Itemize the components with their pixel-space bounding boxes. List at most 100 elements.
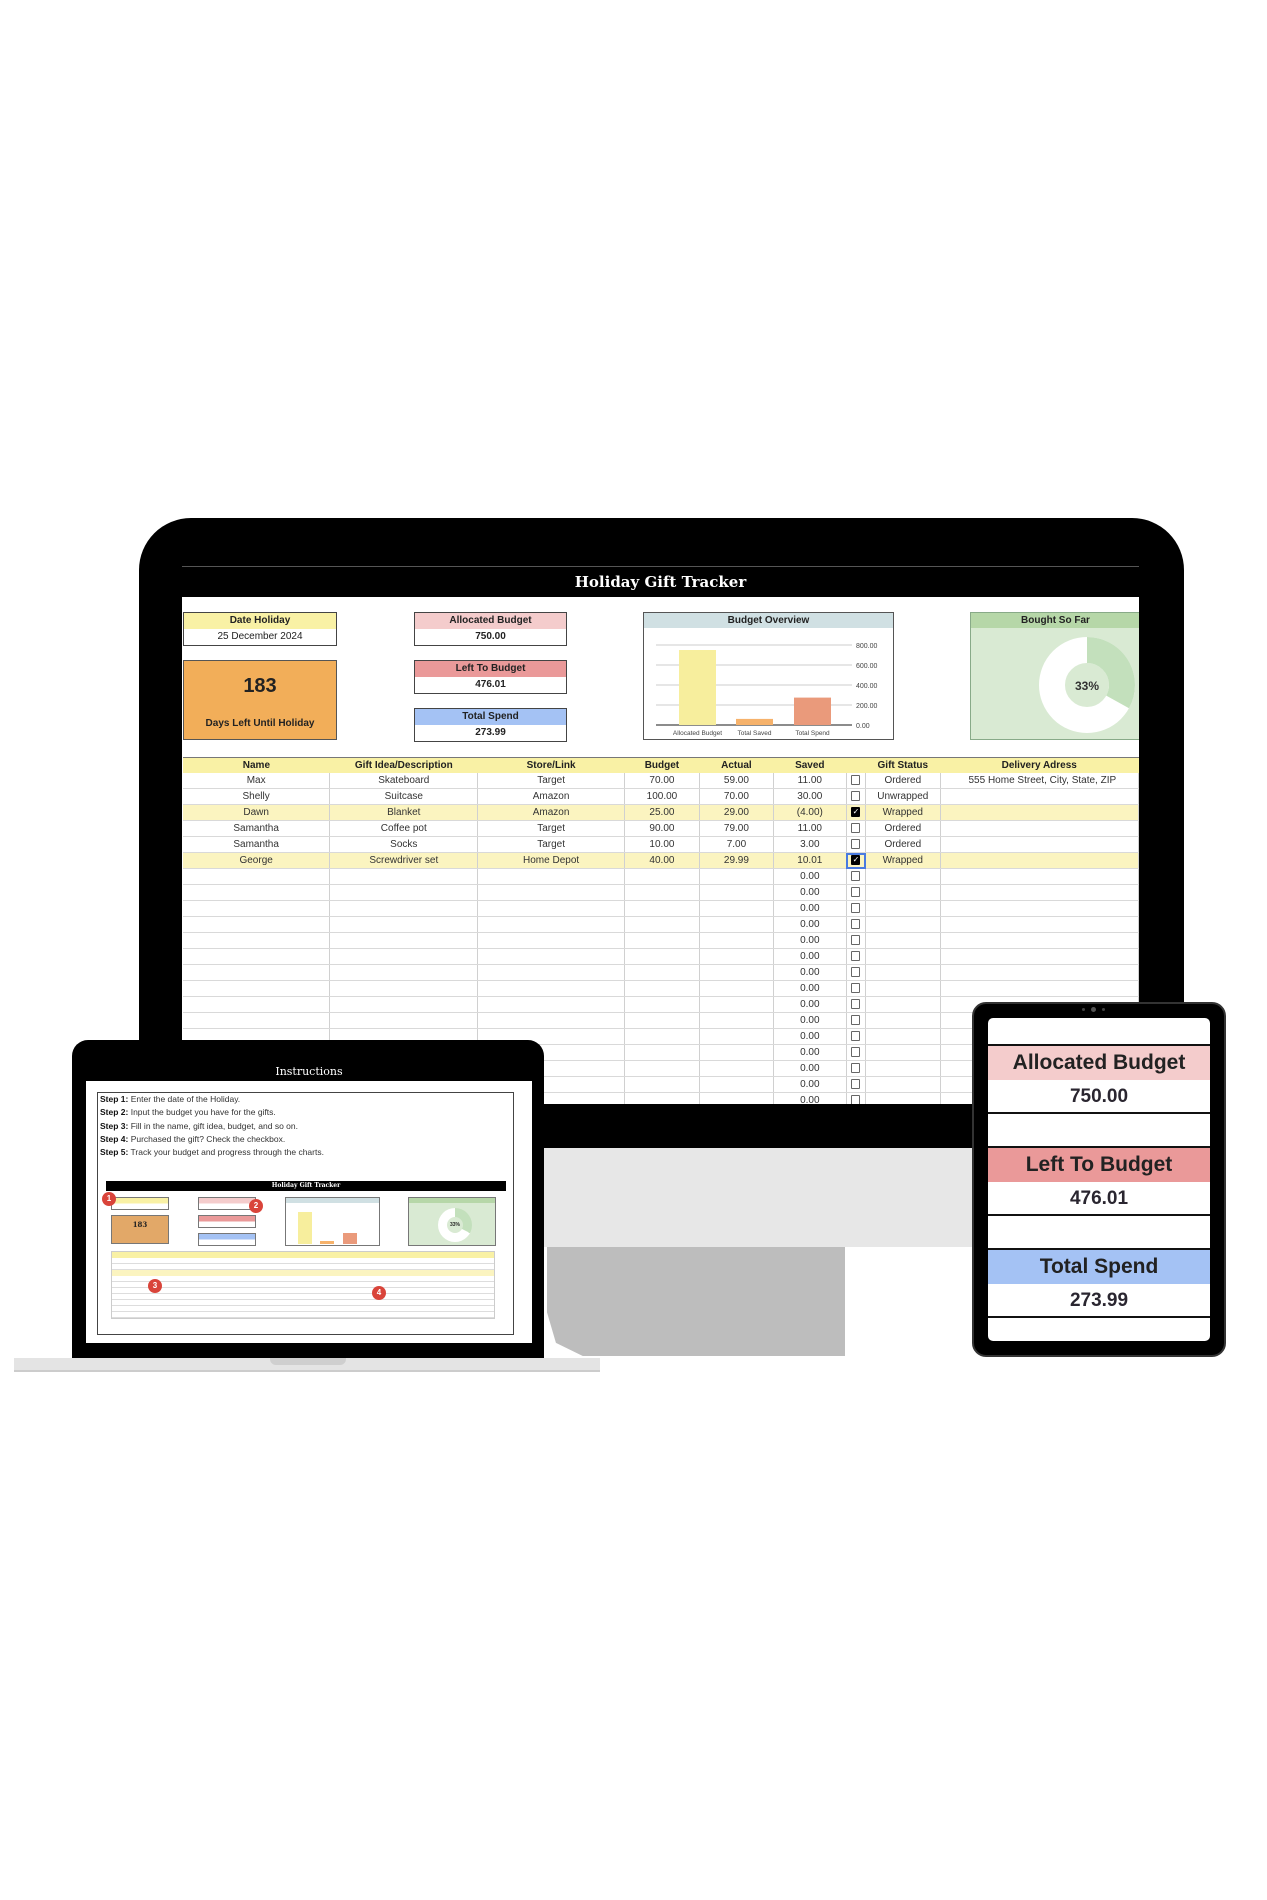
status-cell[interactable] [865, 996, 941, 1013]
purchased-checkbox-cell[interactable] [846, 1012, 867, 1029]
purchased-checkbox-cell[interactable] [846, 900, 867, 917]
actual-cell[interactable]: 79.00 [699, 820, 774, 837]
empty-cell[interactable] [477, 980, 625, 997]
purchased-checkbox[interactable] [851, 999, 861, 1010]
empty-cell[interactable] [699, 1044, 774, 1061]
column-header[interactable]: Store/Link [477, 757, 625, 773]
purchased-checkbox[interactable]: ✓ [851, 855, 861, 866]
empty-cell[interactable] [477, 868, 625, 885]
name-cell[interactable]: Max [183, 772, 331, 789]
empty-cell[interactable] [624, 916, 700, 933]
purchased-checkbox[interactable] [851, 791, 861, 802]
empty-cell[interactable] [624, 1012, 700, 1029]
empty-cell[interactable] [183, 1012, 331, 1029]
budget-cell[interactable]: 10.00 [624, 836, 700, 853]
empty-cell[interactable] [624, 964, 700, 981]
empty-cell[interactable] [699, 916, 774, 933]
allocated-budget-value[interactable]: 750.00 [415, 629, 566, 645]
status-cell[interactable] [865, 980, 941, 997]
empty-cell[interactable] [699, 1060, 774, 1077]
purchased-checkbox[interactable] [851, 983, 861, 994]
purchased-checkbox-cell[interactable] [846, 980, 867, 997]
purchased-checkbox[interactable] [851, 1031, 861, 1042]
empty-cell[interactable] [329, 948, 479, 965]
gift-cell[interactable]: Skateboard [329, 772, 479, 789]
status-cell[interactable] [865, 1092, 941, 1104]
status-cell[interactable] [865, 868, 941, 885]
empty-cell[interactable] [329, 996, 479, 1013]
status-cell[interactable]: Wrapped [865, 852, 941, 869]
empty-cell[interactable] [699, 1028, 774, 1045]
purchased-checkbox[interactable] [851, 967, 861, 978]
empty-cell[interactable] [624, 884, 700, 901]
empty-cell[interactable] [699, 1012, 774, 1029]
empty-cell[interactable] [624, 1076, 700, 1093]
status-cell[interactable] [865, 916, 941, 933]
empty-cell[interactable] [329, 868, 479, 885]
empty-cell[interactable] [624, 1028, 700, 1045]
empty-cell[interactable] [183, 980, 331, 997]
empty-cell[interactable] [477, 996, 625, 1013]
column-header[interactable]: Gift Status [865, 757, 940, 773]
status-cell[interactable] [865, 1076, 941, 1093]
address-cell[interactable] [940, 804, 1139, 821]
empty-cell[interactable] [477, 932, 625, 949]
empty-cell[interactable] [183, 948, 331, 965]
gift-cell[interactable]: Socks [329, 836, 479, 853]
budget-cell[interactable]: 25.00 [624, 804, 700, 821]
empty-cell[interactable] [624, 996, 700, 1013]
purchased-checkbox-cell[interactable] [846, 868, 867, 885]
purchased-checkbox-cell[interactable] [846, 948, 867, 965]
empty-cell[interactable] [329, 900, 479, 917]
purchased-checkbox-cell[interactable] [846, 772, 867, 789]
empty-cell[interactable] [699, 900, 774, 917]
column-header[interactable]: Name [183, 757, 330, 773]
purchased-checkbox-cell[interactable]: ✓ [846, 804, 867, 821]
purchased-checkbox[interactable] [851, 935, 861, 946]
purchased-checkbox-cell[interactable] [846, 1028, 867, 1045]
empty-cell[interactable] [477, 900, 625, 917]
empty-cell[interactable] [477, 964, 625, 981]
address-cell[interactable] [940, 948, 1139, 965]
status-cell[interactable]: Ordered [865, 836, 941, 853]
name-cell[interactable]: Samantha [183, 836, 331, 853]
actual-cell[interactable]: 29.00 [699, 804, 774, 821]
store-cell[interactable]: Amazon [477, 788, 625, 805]
empty-cell[interactable] [699, 868, 774, 885]
empty-cell[interactable] [477, 1012, 625, 1029]
purchased-checkbox[interactable] [851, 1047, 861, 1058]
purchased-checkbox[interactable] [851, 1095, 861, 1104]
address-cell[interactable] [940, 836, 1139, 853]
status-cell[interactable] [865, 1060, 941, 1077]
purchased-checkbox-cell[interactable] [846, 1076, 867, 1093]
address-cell[interactable] [940, 900, 1139, 917]
purchased-checkbox-cell[interactable] [846, 1060, 867, 1077]
name-cell[interactable]: Samantha [183, 820, 331, 837]
empty-cell[interactable] [624, 932, 700, 949]
actual-cell[interactable]: 59.00 [699, 772, 774, 789]
empty-cell[interactable] [624, 1060, 700, 1077]
address-cell[interactable]: 555 Home Street, City, State, ZIP [940, 772, 1139, 789]
store-cell[interactable]: Home Depot [477, 852, 625, 869]
status-cell[interactable] [865, 948, 941, 965]
status-cell[interactable] [865, 884, 941, 901]
budget-cell[interactable]: 90.00 [624, 820, 700, 837]
purchased-checkbox[interactable] [851, 951, 861, 962]
purchased-checkbox[interactable] [851, 1063, 861, 1074]
status-cell[interactable]: Ordered [865, 772, 941, 789]
empty-cell[interactable] [329, 884, 479, 901]
empty-cell[interactable] [477, 948, 625, 965]
purchased-checkbox-cell[interactable] [846, 884, 867, 901]
store-cell[interactable]: Target [477, 772, 625, 789]
name-cell[interactable]: Shelly [183, 788, 331, 805]
empty-cell[interactable] [183, 932, 331, 949]
empty-cell[interactable] [624, 980, 700, 997]
empty-cell[interactable] [624, 868, 700, 885]
empty-cell[interactable] [624, 1044, 700, 1061]
purchased-checkbox-cell[interactable] [846, 996, 867, 1013]
empty-cell[interactable] [699, 996, 774, 1013]
budget-cell[interactable]: 100.00 [624, 788, 700, 805]
empty-cell[interactable] [624, 1092, 700, 1104]
address-cell[interactable] [940, 964, 1139, 981]
empty-cell[interactable] [329, 916, 479, 933]
